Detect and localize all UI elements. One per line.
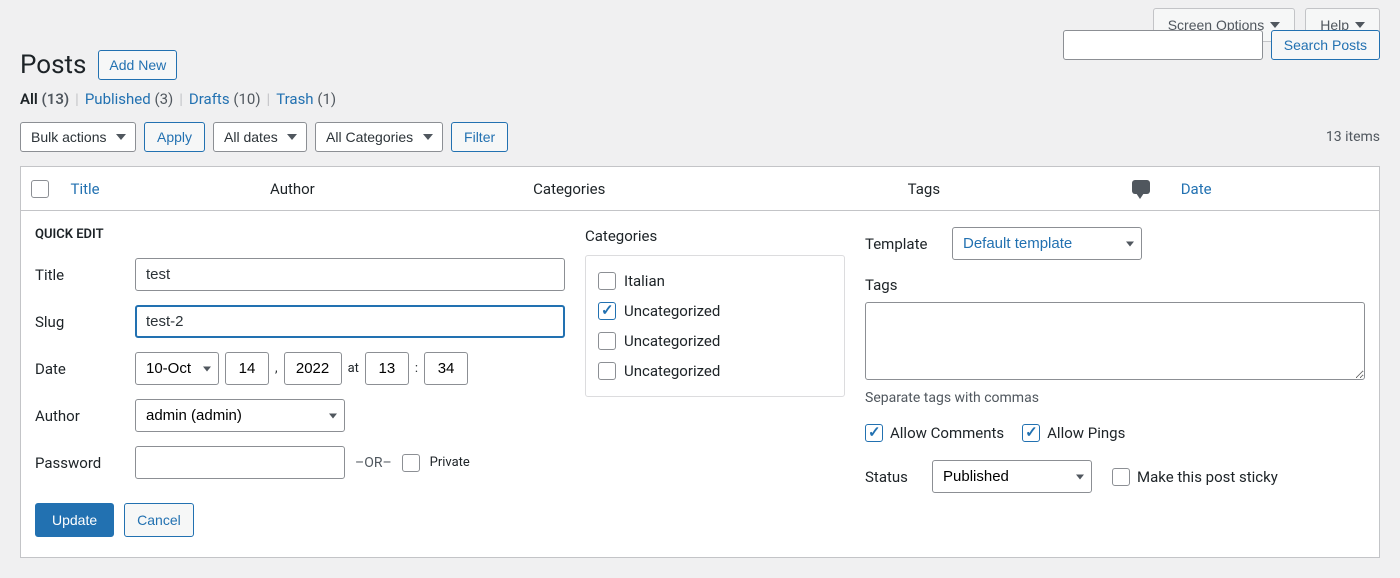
search-posts-input[interactable] xyxy=(1063,30,1263,60)
quick-edit-row: Quick Edit Title Slug Date 10-Oc xyxy=(21,211,1380,558)
category-checkbox[interactable] xyxy=(598,332,616,350)
slug-label: Slug xyxy=(35,313,125,331)
cancel-button[interactable]: Cancel xyxy=(124,503,194,537)
password-label: Password xyxy=(35,454,125,472)
date-label: Date xyxy=(35,360,125,378)
categories-box: Italian Uncategorized Uncategorized xyxy=(585,255,845,397)
allow-comments-label: Allow Comments xyxy=(890,424,1004,442)
column-author: Author xyxy=(260,167,523,211)
categories-heading: Categories xyxy=(585,227,845,245)
category-checkbox[interactable] xyxy=(598,362,616,380)
filter-drafts[interactable]: Drafts (10) xyxy=(189,90,261,108)
apply-button[interactable]: Apply xyxy=(144,122,205,152)
tags-textarea[interactable] xyxy=(865,302,1365,380)
colon: : xyxy=(415,361,418,376)
column-categories: Categories xyxy=(523,167,897,211)
status-label: Status xyxy=(865,468,920,486)
allow-pings-label: Allow Pings xyxy=(1047,424,1125,442)
posts-table: Title Author Categories Tags Date Quick … xyxy=(20,166,1380,558)
private-label: Private xyxy=(430,455,470,470)
sticky-label: Make this post sticky xyxy=(1137,468,1278,486)
title-label: Title xyxy=(35,266,125,284)
add-new-button[interactable]: Add New xyxy=(98,50,177,80)
or-label: –OR– xyxy=(355,455,392,471)
category-label: Uncategorized xyxy=(624,302,720,320)
search-posts-button[interactable]: Search Posts xyxy=(1271,30,1380,60)
column-date[interactable]: Date xyxy=(1181,180,1212,198)
items-count: 13 items xyxy=(1326,129,1380,145)
template-select[interactable]: Default template xyxy=(952,227,1142,260)
day-input[interactable] xyxy=(225,352,269,385)
post-status-filters: All (13) | Published (3) | Drafts (10) |… xyxy=(20,90,1380,108)
minute-input[interactable] xyxy=(424,352,468,385)
column-tags: Tags xyxy=(898,167,1111,211)
category-checkbox[interactable] xyxy=(598,272,616,290)
private-checkbox[interactable] xyxy=(402,454,420,472)
category-item: Uncategorized xyxy=(598,356,832,386)
title-input[interactable] xyxy=(135,258,565,291)
category-item: Italian xyxy=(598,266,832,296)
comment-icon xyxy=(1132,180,1150,194)
author-select[interactable]: admin (admin) xyxy=(135,399,345,432)
category-filter-select[interactable]: All Categories xyxy=(315,122,443,152)
filter-button[interactable]: Filter xyxy=(451,122,508,152)
caret-down-icon xyxy=(1270,22,1280,28)
filter-trash[interactable]: Trash (1) xyxy=(276,90,336,108)
category-item: Uncategorized xyxy=(598,296,832,326)
allow-pings-checkbox[interactable] xyxy=(1022,424,1040,442)
month-select[interactable]: 10-Oct xyxy=(135,352,219,385)
tags-hint: Separate tags with commas xyxy=(865,390,1365,406)
caret-down-icon xyxy=(1355,22,1365,28)
allow-comments-checkbox[interactable] xyxy=(865,424,883,442)
tags-label: Tags xyxy=(865,276,940,294)
page-title: Posts xyxy=(20,50,86,80)
category-label: Uncategorized xyxy=(624,332,720,350)
at-label: at xyxy=(348,361,359,376)
slug-input[interactable] xyxy=(135,305,565,338)
category-item: Uncategorized xyxy=(598,326,832,356)
bulk-actions-select[interactable]: Bulk actions xyxy=(20,122,136,152)
category-label: Uncategorized xyxy=(624,362,720,380)
update-button[interactable]: Update xyxy=(35,503,114,537)
sticky-checkbox[interactable] xyxy=(1112,468,1130,486)
password-input[interactable] xyxy=(135,446,345,479)
hour-input[interactable] xyxy=(365,352,409,385)
template-label: Template xyxy=(865,235,940,253)
select-all-checkbox[interactable] xyxy=(31,180,49,198)
status-select[interactable]: Published xyxy=(932,460,1092,493)
comma: , xyxy=(275,361,278,376)
quick-edit-heading: Quick Edit xyxy=(35,227,565,242)
year-input[interactable] xyxy=(284,352,342,385)
filter-all[interactable]: All (13) xyxy=(20,90,69,108)
author-label: Author xyxy=(35,407,125,425)
category-label: Italian xyxy=(624,272,665,290)
category-checkbox[interactable] xyxy=(598,302,616,320)
column-title[interactable]: Title xyxy=(71,180,100,198)
filter-published[interactable]: Published (3) xyxy=(85,90,173,108)
date-filter-select[interactable]: All dates xyxy=(213,122,307,152)
